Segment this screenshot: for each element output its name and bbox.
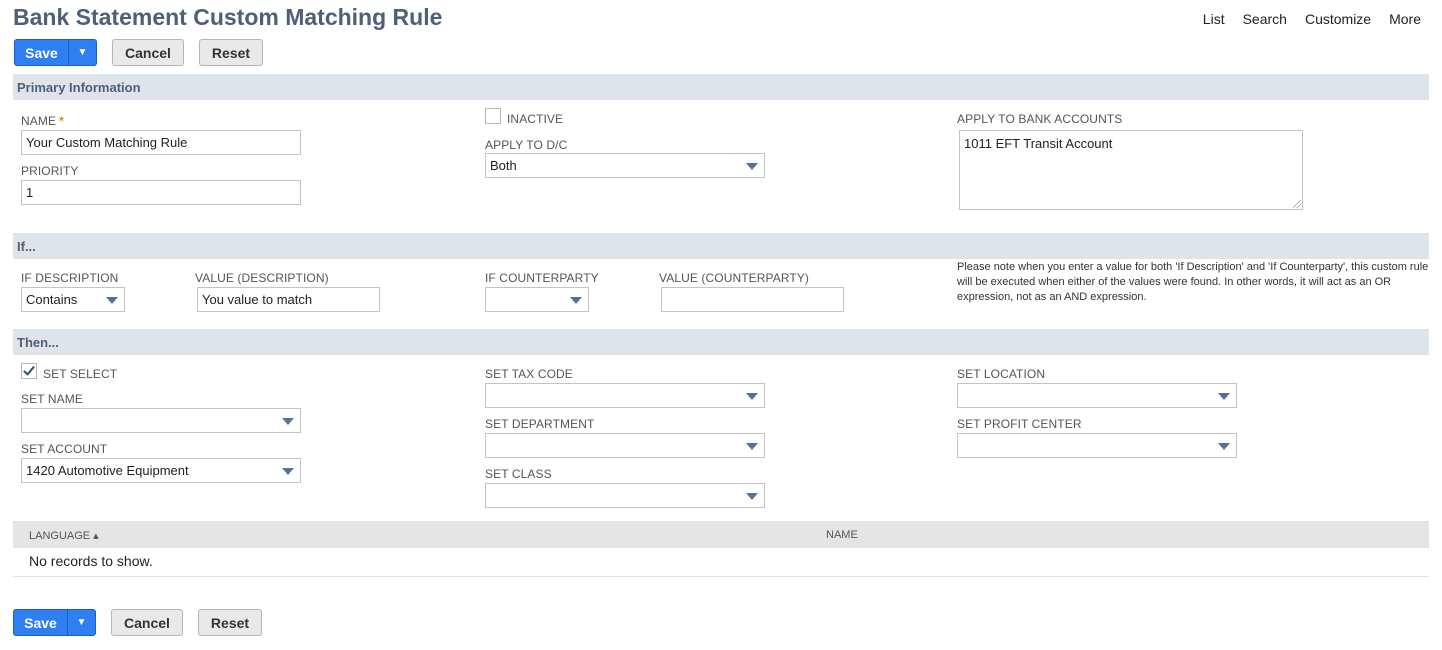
set-tax-code-select[interactable] (485, 383, 765, 408)
set-profit-center-label: SET PROFIT CENTER (957, 417, 1082, 431)
cancel-button[interactable]: Cancel (112, 39, 184, 66)
set-select-checkbox[interactable] (21, 363, 37, 379)
set-class-label: SET CLASS (485, 467, 552, 481)
save-menu-arrow-icon[interactable]: ▼ (68, 610, 95, 635)
apply-dc-label: APPLY TO D/C (485, 138, 568, 152)
value-counterparty-input[interactable] (661, 287, 844, 312)
top-nav: List Search Customize More (1203, 11, 1421, 27)
value-description-input[interactable]: You value to match (197, 287, 380, 312)
resize-grip-icon[interactable] (1293, 200, 1301, 208)
if-counterparty-label: IF COUNTERPARTY (485, 271, 599, 285)
save-button-group: Save ▼ (14, 39, 97, 66)
page-title: Bank Statement Custom Matching Rule (13, 4, 443, 30)
chevron-down-icon (746, 493, 758, 500)
priority-label: PRIORITY (21, 164, 79, 178)
chevron-down-icon (282, 418, 294, 425)
reset-button-bottom[interactable]: Reset (197, 609, 263, 636)
set-name-select[interactable] (21, 408, 301, 433)
name-label-text: NAME (21, 114, 57, 128)
empty-table-message: No records to show. (29, 553, 153, 569)
save-button-bottom[interactable]: Save (14, 610, 68, 635)
required-asterisk-icon: * (59, 114, 64, 128)
set-tax-code-label: SET TAX CODE (485, 367, 573, 381)
value-description-label: VALUE (DESCRIPTION) (195, 271, 329, 285)
set-select-label: SET SELECT (43, 367, 118, 381)
translations-table-header: LANGUAGE ▴ NAME (13, 521, 1429, 548)
if-description-value: Contains (26, 292, 78, 307)
set-name-label: SET NAME (21, 392, 83, 406)
set-profit-center-select[interactable] (957, 433, 1237, 458)
checkmark-icon (23, 363, 35, 376)
apply-dc-select[interactable]: Both (485, 153, 765, 178)
set-location-select[interactable] (957, 383, 1237, 408)
chevron-down-icon (1218, 393, 1230, 400)
nav-more-link[interactable]: More (1389, 11, 1421, 27)
translations-table-body: No records to show. (13, 548, 1429, 577)
apply-bank-accounts-field[interactable]: 1011 EFT Transit Account (959, 130, 1303, 210)
if-counterparty-select[interactable] (485, 287, 589, 312)
section-if[interactable]: If... (13, 233, 1429, 259)
section-then[interactable]: Then... (13, 329, 1429, 355)
if-description-select[interactable]: Contains (21, 287, 125, 312)
if-description-label: IF DESCRIPTION (21, 271, 119, 285)
save-menu-arrow-icon[interactable]: ▼ (69, 40, 96, 65)
inactive-checkbox[interactable] (485, 108, 501, 124)
value-counterparty-label: VALUE (COUNTERPARTY) (659, 271, 810, 285)
bottom-button-row: Save ▼ Cancel Reset (13, 609, 263, 636)
inactive-label: INACTIVE (507, 112, 564, 126)
apply-bank-accounts-value: 1011 EFT Transit Account (964, 136, 1113, 151)
priority-input[interactable]: 1 (21, 180, 301, 205)
set-account-value: 1420 Automotive Equipment (26, 463, 189, 478)
or-expression-note: Please note when you enter a value for b… (957, 261, 1429, 303)
chevron-down-icon (1218, 443, 1230, 450)
chevron-down-icon (746, 163, 758, 170)
save-button[interactable]: Save (15, 40, 69, 65)
set-class-select[interactable] (485, 483, 765, 508)
nav-search-link[interactable]: Search (1243, 11, 1287, 27)
set-location-label: SET LOCATION (957, 367, 1046, 381)
set-account-label: SET ACCOUNT (21, 442, 108, 456)
nav-customize-link[interactable]: Customize (1305, 11, 1371, 27)
apply-dc-value: Both (490, 158, 517, 173)
name-input[interactable]: Your Custom Matching Rule (21, 130, 301, 155)
chevron-down-icon (570, 297, 582, 304)
name-label: NAME * (21, 114, 64, 128)
column-header-name[interactable]: NAME (826, 529, 858, 541)
chevron-down-icon (106, 297, 118, 304)
chevron-down-icon (746, 393, 758, 400)
set-account-select[interactable]: 1420 Automotive Equipment (21, 458, 301, 483)
save-button-group-bottom: Save ▼ (13, 609, 96, 636)
section-primary-information[interactable]: Primary Information (13, 74, 1429, 100)
reset-button[interactable]: Reset (198, 39, 264, 66)
chevron-down-icon (746, 443, 758, 450)
top-button-row: Save ▼ Cancel Reset (14, 39, 264, 66)
apply-bank-accounts-label: APPLY TO BANK ACCOUNTS (957, 112, 1123, 126)
set-department-select[interactable] (485, 433, 765, 458)
set-department-label: SET DEPARTMENT (485, 417, 595, 431)
chevron-down-icon (282, 468, 294, 475)
cancel-button-bottom[interactable]: Cancel (111, 609, 183, 636)
nav-list-link[interactable]: List (1203, 11, 1225, 27)
column-header-language[interactable]: LANGUAGE ▴ (29, 529, 99, 542)
